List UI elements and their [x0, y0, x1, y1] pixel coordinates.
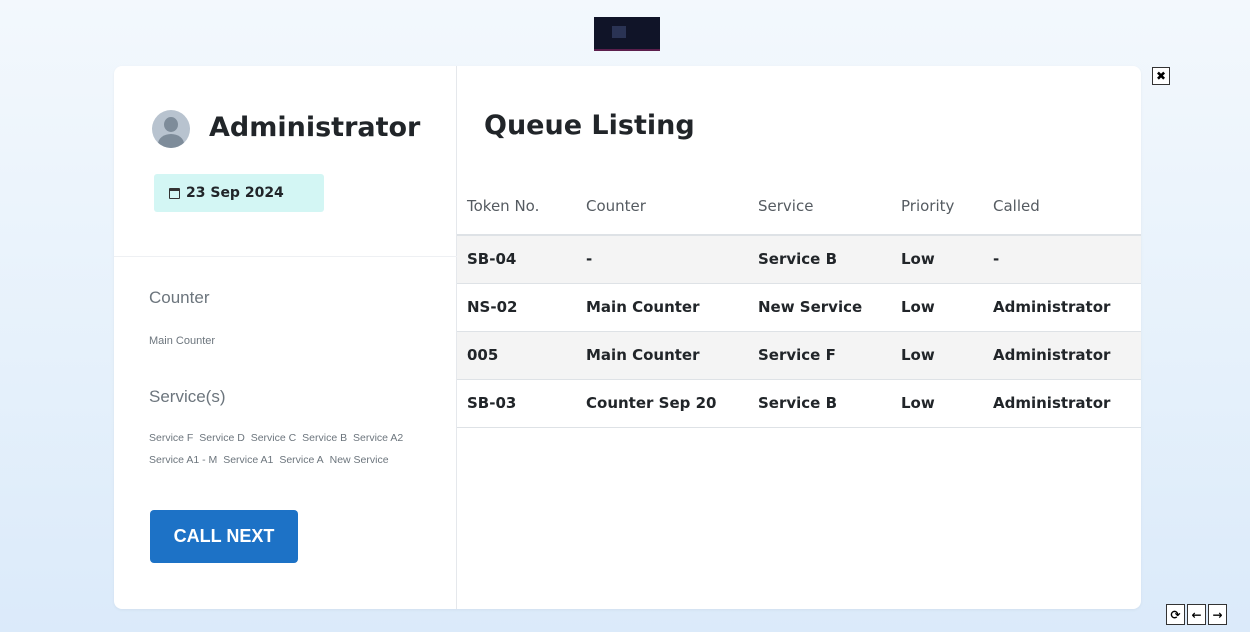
priority-cell: Low [891, 331, 983, 380]
priority-cell: Low [891, 379, 983, 428]
service-item: Service A [279, 454, 324, 466]
table-row: NS-02 Main Counter New Service Low Admin… [457, 283, 1141, 332]
called-cell: Administrator [983, 379, 1141, 428]
counter-cell: - [576, 235, 748, 284]
back-arrow-icon[interactable]: ← [1187, 604, 1206, 625]
page-title: Queue Listing [484, 110, 695, 141]
column-header: Called [983, 177, 1141, 236]
column-header: Counter [576, 177, 748, 236]
table-row: 005 Main Counter Service F Low Administr… [457, 331, 1141, 380]
service-item: New Service [329, 454, 389, 466]
screen-thumbnail[interactable] [594, 17, 660, 51]
service-cell: Service F [748, 331, 891, 380]
services-label: Service(s) [149, 387, 226, 406]
counter-label: Counter [149, 288, 210, 307]
service-item: Service B [302, 432, 348, 444]
service-item: Service A1 [223, 454, 274, 466]
user-name: Administrator [209, 112, 421, 143]
avatar-icon [152, 110, 190, 148]
column-header: Token No. [457, 177, 576, 236]
queue-table: Token No. Counter Service Priority Calle… [457, 177, 1141, 428]
services-list: Service F Service D Service C Service B … [149, 427, 449, 471]
calendar-icon [169, 187, 180, 199]
table-row: SB-03 Counter Sep 20 Service B Low Admin… [457, 379, 1141, 428]
service-cell: Service B [748, 235, 891, 284]
called-cell: Administrator [983, 283, 1141, 332]
counter-cell: Main Counter [576, 283, 748, 332]
called-cell: - [983, 235, 1141, 284]
queue-card: Administrator 23 Sep 2024 Counter Main C… [114, 66, 1141, 609]
service-item: Service D [199, 432, 245, 444]
refresh-icon[interactable]: ⟳ [1166, 604, 1185, 625]
priority-cell: Low [891, 235, 983, 284]
date-text: 23 Sep 2024 [186, 185, 284, 201]
service-cell: New Service [748, 283, 891, 332]
token-cell: NS-02 [457, 283, 576, 332]
service-item: Service C [250, 432, 297, 444]
token-cell: 005 [457, 331, 576, 380]
called-cell: Administrator [983, 331, 1141, 380]
service-cell: Service B [748, 379, 891, 428]
priority-cell: Low [891, 283, 983, 332]
profile-section: Administrator 23 Sep 2024 [114, 66, 457, 257]
column-header: Service [748, 177, 891, 236]
table-header-row: Token No. Counter Service Priority Calle… [457, 177, 1141, 236]
thumbnail-preview [612, 26, 626, 38]
counter-cell: Counter Sep 20 [576, 379, 748, 428]
token-cell: SB-03 [457, 379, 576, 428]
right-panel: Queue Listing Token No. Counter Service … [457, 66, 1141, 609]
call-next-button[interactable]: CALL NEXT [150, 510, 298, 563]
service-item: Service A2 [353, 432, 404, 444]
date-badge: 23 Sep 2024 [154, 174, 324, 212]
forward-arrow-icon[interactable]: → [1208, 604, 1227, 625]
counter-cell: Main Counter [576, 331, 748, 380]
table-row: SB-04 - Service B Low - [457, 235, 1141, 284]
counter-value: Main Counter [149, 335, 216, 347]
service-item: Service F [149, 432, 194, 444]
left-panel: Administrator 23 Sep 2024 Counter Main C… [114, 66, 457, 609]
column-header: Priority [891, 177, 983, 236]
token-cell: SB-04 [457, 235, 576, 284]
close-icon[interactable]: ✖ [1152, 67, 1170, 85]
service-item: Service A1 - M [149, 454, 218, 466]
